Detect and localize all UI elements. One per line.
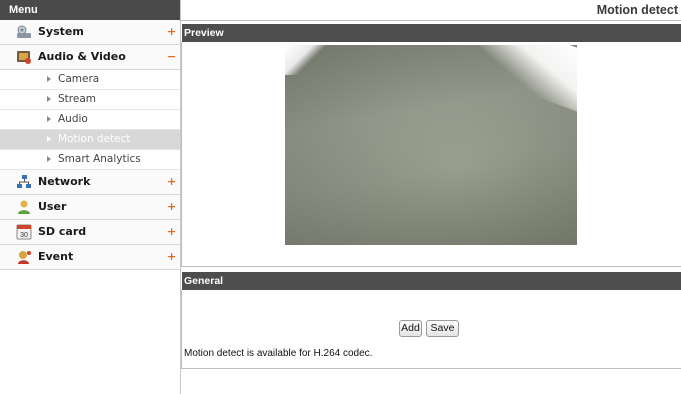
save-button[interactable]: Save [426, 320, 459, 337]
system-icon [17, 25, 31, 38]
network-icon [17, 175, 31, 188]
menu-item-system[interactable]: System + [0, 20, 180, 45]
menu-label: Event [38, 250, 74, 263]
expand-icon[interactable]: + [167, 245, 176, 269]
submenu-item-camera[interactable]: Camera [0, 70, 180, 90]
submenu-label: Audio [58, 113, 88, 125]
bullet-arrow-icon [47, 156, 51, 162]
expand-icon[interactable]: + [167, 20, 176, 44]
sd-card-icon: 30 [16, 224, 32, 240]
general-section-header: General [182, 272, 681, 290]
preview-section-header: Preview [182, 24, 681, 42]
preview-edge-highlight [285, 45, 325, 75]
bullet-arrow-icon [47, 96, 51, 102]
audio-video-icon [17, 51, 31, 64]
expand-icon[interactable]: + [167, 170, 176, 194]
bullet-arrow-icon [47, 76, 51, 82]
preview-panel [181, 42, 681, 267]
add-button[interactable]: Add [399, 320, 422, 337]
submenu-label: Smart Analytics [58, 153, 141, 165]
camera-preview-image[interactable] [285, 45, 577, 245]
menu-title: Menu [0, 0, 180, 20]
menu-label: User [38, 200, 67, 213]
submenu-label: Camera [58, 73, 100, 85]
submenu-item-audio[interactable]: Audio [0, 110, 180, 130]
main-content: Motion detect Preview General Add Save M… [180, 0, 681, 394]
sidebar-menu: Menu System + Audio & Video − Camera Str… [0, 0, 180, 394]
expand-icon[interactable]: + [167, 220, 176, 244]
user-icon [18, 200, 30, 214]
menu-item-sd-card[interactable]: 30 SD card + [0, 220, 180, 245]
bullet-arrow-icon [47, 136, 51, 142]
menu-item-event[interactable]: Event + [0, 245, 180, 270]
bullet-arrow-icon [47, 116, 51, 122]
menu-label: SD card [38, 225, 87, 238]
menu-label: Network [38, 175, 91, 188]
menu-label: Audio & Video [38, 50, 126, 63]
menu-item-network[interactable]: Network + [0, 170, 180, 195]
codec-note: Motion detect is available for H.264 cod… [184, 348, 373, 359]
collapse-icon[interactable]: − [167, 45, 176, 69]
submenu-item-motion-detect[interactable]: Motion detect [0, 130, 180, 150]
menu-label: System [38, 25, 84, 38]
submenu-item-smart-analytics[interactable]: Smart Analytics [0, 150, 180, 170]
expand-icon[interactable]: + [167, 195, 176, 219]
menu-item-audio-video[interactable]: Audio & Video − [0, 45, 180, 70]
event-icon [18, 251, 31, 264]
submenu-label: Motion detect [58, 133, 131, 145]
submenu-item-stream[interactable]: Stream [0, 90, 180, 110]
svg-text:30: 30 [20, 232, 28, 239]
page-title: Motion detect [181, 0, 681, 21]
submenu-label: Stream [58, 93, 96, 105]
menu-item-user[interactable]: User + [0, 195, 180, 220]
preview-glare [470, 45, 577, 114]
